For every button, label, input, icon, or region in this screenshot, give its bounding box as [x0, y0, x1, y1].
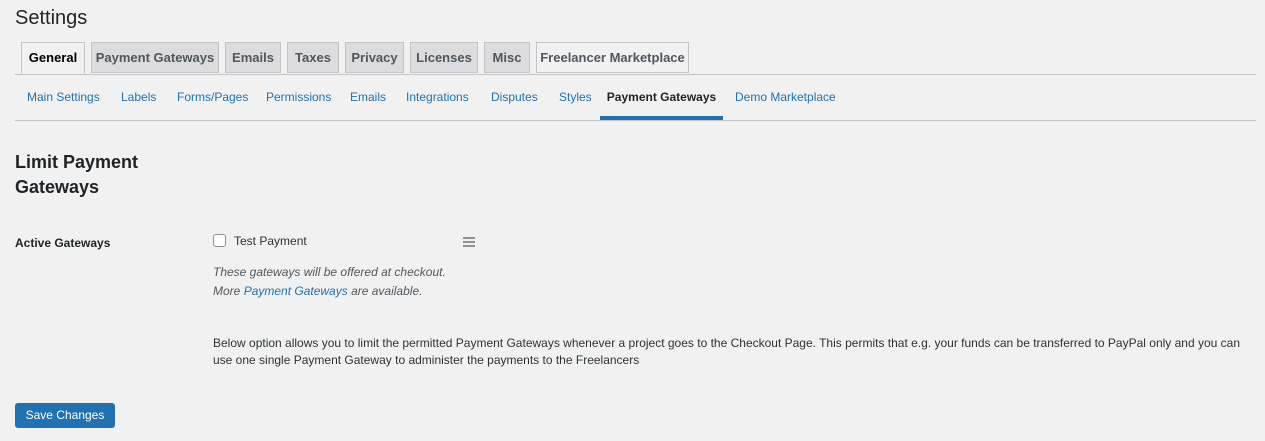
menu-icon[interactable]	[463, 237, 475, 249]
gateways-description: These gateways will be offered at checko…	[213, 263, 446, 301]
subtab-payment-gateways[interactable]: Payment Gateways	[600, 74, 723, 120]
tab-privacy[interactable]: Privacy	[345, 42, 404, 73]
tab-misc[interactable]: Misc	[484, 42, 530, 73]
active-gateways-label: Active Gateways	[15, 236, 111, 250]
tab-general[interactable]: General	[21, 42, 85, 74]
subtab-integrations[interactable]: Integrations	[406, 74, 469, 120]
tab-payment-gateways[interactable]: Payment Gateways	[91, 42, 219, 73]
tab-emails[interactable]: Emails	[225, 42, 281, 73]
test-payment-label[interactable]: Test Payment	[234, 234, 307, 248]
subtab-permissions[interactable]: Permissions	[266, 74, 331, 120]
tab-licenses[interactable]: Licenses	[410, 42, 478, 73]
desc-more-text: More	[213, 284, 241, 298]
test-payment-checkbox[interactable]	[213, 234, 226, 247]
gateways-desc-line1: These gateways will be offered at checko…	[213, 265, 446, 279]
desc-tail-text: are available.	[351, 284, 423, 298]
gateway-option-test-payment: Test Payment	[213, 234, 478, 250]
limit-info-text: Below option allows you to limit the per…	[213, 336, 1241, 367]
page-title: Settings	[15, 7, 88, 29]
payment-gateways-link[interactable]: Payment Gateways	[244, 284, 348, 298]
gateways-desc-line2: More Payment Gateways are available.	[213, 282, 446, 301]
sub-tab-bar: Main Settings Labels Forms/Pages Permiss…	[15, 74, 1256, 121]
subtab-disputes[interactable]: Disputes	[491, 74, 538, 120]
save-changes-button[interactable]: Save Changes	[15, 403, 115, 428]
subtab-forms-pages[interactable]: Forms/Pages	[177, 74, 248, 120]
subtab-demo-marketplace[interactable]: Demo Marketplace	[735, 74, 836, 120]
tab-taxes[interactable]: Taxes	[287, 42, 339, 73]
subtab-labels[interactable]: Labels	[121, 74, 156, 120]
subtab-styles[interactable]: Styles	[559, 74, 592, 120]
subtab-main-settings[interactable]: Main Settings	[27, 74, 100, 120]
subtab-emails[interactable]: Emails	[350, 74, 386, 120]
main-tab-bar: General Payment Gateways Emails Taxes Pr…	[15, 42, 1256, 75]
tab-freelancer-marketplace[interactable]: Freelancer Marketplace	[536, 42, 689, 73]
section-title: Limit Payment Gateways	[15, 152, 139, 197]
